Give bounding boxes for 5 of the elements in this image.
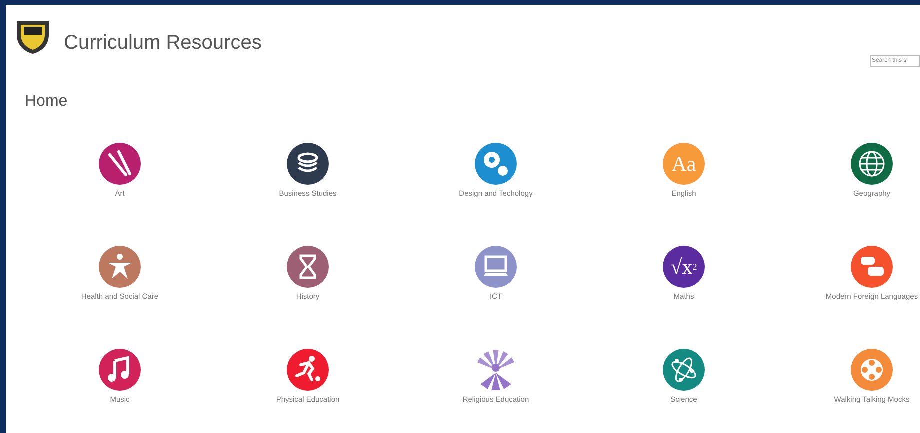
page-title: Home	[25, 93, 69, 111]
crest-shield-icon[interactable]	[14, 18, 52, 56]
letters-icon: √x$^{2}$	[663, 246, 705, 288]
site-title: Curriculum Resources	[64, 32, 263, 55]
letters-icon: Aa	[663, 143, 705, 185]
